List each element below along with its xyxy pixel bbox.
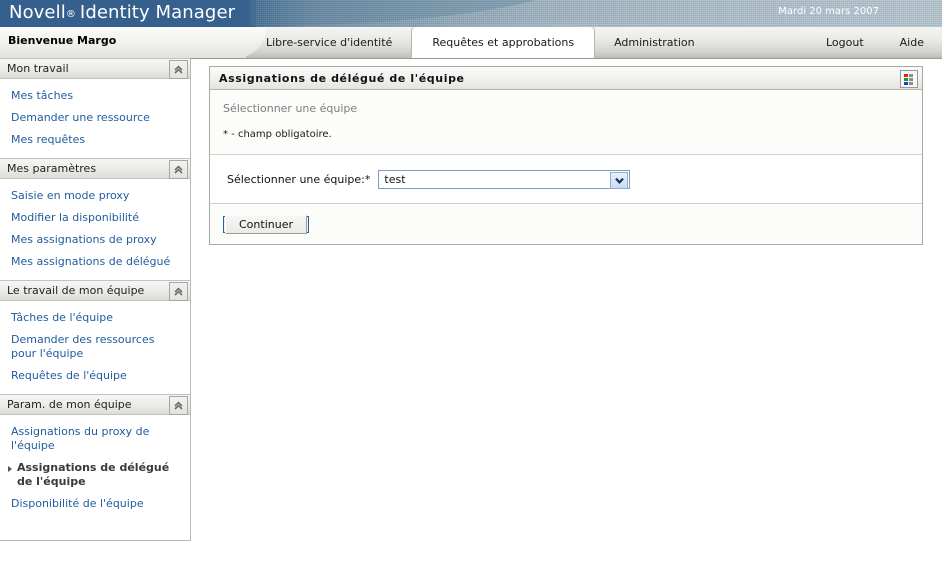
sidebar-item-team-proxy-assignments[interactable]: Assignations du proxy de l'équipe bbox=[0, 421, 190, 457]
team-select[interactable]: test bbox=[378, 169, 631, 189]
sidebar-item-my-tasks[interactable]: Mes tâches bbox=[0, 85, 190, 107]
panel-action-band: Continuer bbox=[210, 204, 922, 244]
sidebar-item-team-tasks[interactable]: Tâches de l'équipe bbox=[0, 307, 190, 329]
brand-name: Novell bbox=[9, 2, 66, 23]
sidebar-item-request-resource[interactable]: Demander une ressource bbox=[0, 107, 190, 129]
logout-link[interactable]: Logout bbox=[808, 36, 882, 49]
sidebar-item-my-requests[interactable]: Mes requêtes bbox=[0, 129, 190, 151]
required-field-note: * - champ obligatoire. bbox=[223, 129, 332, 140]
panel-form-band: Sélectionner une équipe:* test bbox=[210, 155, 922, 204]
sidebar-section-body-team-settings: Assignations du proxy de l'équipe Assign… bbox=[0, 415, 190, 522]
sidebar-section-title: Param. de mon équipe bbox=[7, 398, 132, 411]
sidebar-section-header-team-work: Le travail de mon équipe bbox=[0, 280, 190, 301]
sidebar: Mon travail Mes tâches Demander une ress… bbox=[0, 58, 191, 541]
sidebar-item-edit-availability[interactable]: Modifier la disponibilité bbox=[0, 207, 190, 229]
help-link[interactable]: Aide bbox=[882, 36, 942, 49]
tab-requests-approvals[interactable]: Requêtes et approbations bbox=[412, 27, 595, 58]
brand-banner: Novell® Identity Manager Mardi 20 mars 20… bbox=[0, 0, 942, 27]
sidebar-section-body-my-work: Mes tâches Demander une ressource Mes re… bbox=[0, 79, 190, 158]
sidebar-section-header-my-work: Mon travail bbox=[0, 58, 190, 79]
main-content: Assignations de délégué de l'équipe Séle… bbox=[209, 66, 923, 245]
sidebar-item-request-team-resources[interactable]: Demander des ressources pour l'équipe bbox=[0, 329, 190, 365]
brand-logo: Novell® Identity Manager bbox=[9, 2, 235, 23]
navigation-bar: Bienvenue Margo Libre-service d'identité… bbox=[0, 27, 942, 59]
welcome-message: Bienvenue Margo bbox=[8, 34, 117, 47]
sidebar-item-team-delegate-assignments[interactable]: Assignations de délégué de l'équipe bbox=[0, 457, 190, 493]
chevron-down-icon[interactable] bbox=[610, 171, 629, 189]
continue-button-label: Continuer bbox=[225, 214, 307, 234]
nav-links: Logout Aide bbox=[808, 27, 942, 58]
continue-button[interactable]: Continuer bbox=[223, 214, 309, 234]
tab-identity-self-service[interactable]: Libre-service d'identité bbox=[246, 27, 412, 58]
sidebar-item-my-proxy-assignments[interactable]: Mes assignations de proxy bbox=[0, 229, 190, 251]
sidebar-section-body-my-settings: Saisie en mode proxy Modifier la disponi… bbox=[0, 179, 190, 280]
sidebar-item-team-availability[interactable]: Disponibilité de l'équipe bbox=[0, 493, 190, 515]
chevron-up-double-icon[interactable] bbox=[169, 160, 188, 179]
sidebar-section-title: Le travail de mon équipe bbox=[7, 284, 145, 297]
sidebar-item-my-delegate-assignments[interactable]: Mes assignations de délégué bbox=[0, 251, 190, 273]
panel-intro-band: Sélectionner une équipe * - champ obliga… bbox=[210, 90, 922, 155]
page-title: Assignations de délégué de l'équipe bbox=[219, 71, 465, 85]
team-delegate-assignments-panel: Assignations de délégué de l'équipe Séle… bbox=[209, 66, 923, 245]
sidebar-section-header-my-settings: Mes paramètres bbox=[0, 158, 190, 179]
sidebar-section-title: Mes paramètres bbox=[7, 162, 97, 175]
sidebar-item-team-requests[interactable]: Requêtes de l'équipe bbox=[0, 365, 190, 387]
tab-administration[interactable]: Administration bbox=[594, 27, 715, 58]
color-grid-icon[interactable] bbox=[900, 70, 918, 88]
current-date: Mardi 20 mars 2007 bbox=[778, 6, 879, 17]
team-select-label: Sélectionner une équipe:* bbox=[227, 172, 371, 186]
sidebar-section-title: Mon travail bbox=[7, 62, 69, 75]
panel-header: Assignations de délégué de l'équipe bbox=[210, 67, 922, 90]
chevron-up-double-icon[interactable] bbox=[169, 60, 188, 79]
sidebar-item-proxy-mode-entry[interactable]: Saisie en mode proxy bbox=[0, 185, 190, 207]
registered-mark-icon: ® bbox=[65, 9, 76, 20]
panel-intro-text: Sélectionner une équipe bbox=[223, 102, 358, 115]
color-grid-glyph bbox=[904, 74, 914, 85]
chevron-up-double-icon[interactable] bbox=[169, 282, 188, 301]
product-name: Identity Manager bbox=[79, 2, 236, 23]
tab-bar: Libre-service d'identité Requêtes et app… bbox=[246, 27, 715, 58]
team-select-value: test bbox=[384, 172, 406, 186]
sidebar-section-header-team-settings: Param. de mon équipe bbox=[0, 394, 190, 415]
sidebar-section-body-team-work: Tâches de l'équipe Demander des ressourc… bbox=[0, 301, 190, 394]
chevron-up-double-icon[interactable] bbox=[169, 396, 188, 415]
